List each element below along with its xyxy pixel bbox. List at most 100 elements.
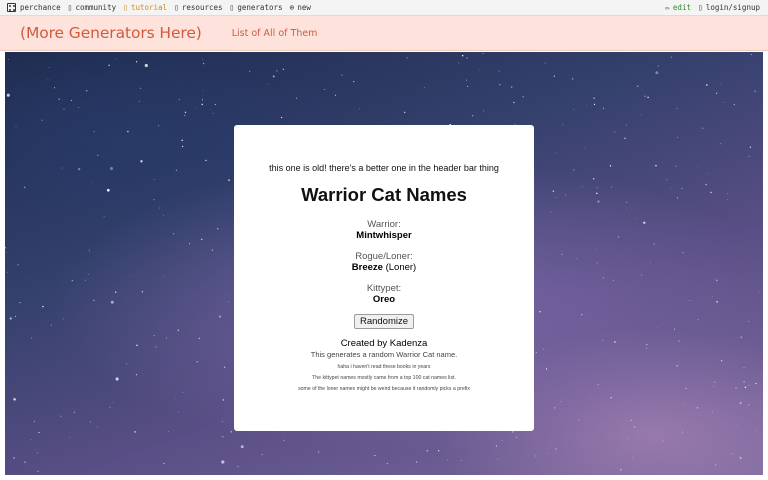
- star: [141, 291, 144, 293]
- generator-description: This generates a random Warrior Cat name…: [310, 350, 458, 359]
- star: [30, 439, 32, 441]
- star: [283, 440, 285, 442]
- star: [272, 75, 275, 78]
- community-label: community: [75, 3, 117, 12]
- generator-title: Warrior Cat Names: [301, 184, 467, 205]
- star: [647, 96, 649, 99]
- star: [710, 191, 712, 194]
- star: [584, 147, 586, 148]
- star: [210, 109, 212, 111]
- star: [749, 146, 751, 148]
- star: [135, 61, 138, 63]
- star: [181, 139, 183, 142]
- star: [86, 90, 88, 92]
- more-generators-link[interactable]: (More Generators Here): [20, 24, 202, 42]
- star: [50, 324, 52, 326]
- resources-label: resources: [181, 3, 223, 12]
- star: [684, 404, 686, 406]
- star: [483, 110, 484, 112]
- rogue-label: Rogue/Loner:: [355, 251, 413, 262]
- star: [643, 221, 646, 225]
- star: [416, 461, 418, 463]
- star: [555, 152, 557, 154]
- randomize-button[interactable]: Randomize: [354, 314, 414, 329]
- old-version-note: this one is old! there's a better one in…: [269, 163, 499, 173]
- star: [596, 187, 598, 189]
- star: [112, 402, 114, 404]
- star: [139, 87, 142, 89]
- star: [543, 348, 544, 350]
- star: [515, 436, 517, 438]
- login-icon: ▯: [697, 2, 703, 12]
- star: [403, 111, 406, 114]
- small-note-3: some of the loner names might be weird b…: [298, 386, 470, 392]
- login-link[interactable]: ▯ login/signup: [698, 3, 760, 12]
- star: [200, 238, 203, 241]
- rogue-name: Breeze (Loner): [234, 262, 534, 273]
- kittypet-name: Oreo: [372, 294, 396, 305]
- star: [184, 111, 187, 114]
- star: [535, 455, 537, 457]
- star: [174, 397, 176, 399]
- star: [237, 466, 239, 468]
- star: [624, 137, 626, 139]
- star: [596, 262, 598, 264]
- star: [612, 279, 614, 281]
- star: [657, 327, 659, 329]
- star: [555, 196, 556, 198]
- new-link[interactable]: ⊕ new: [290, 3, 311, 12]
- star: [610, 397, 612, 399]
- star: [5, 247, 6, 249]
- star: [610, 186, 612, 188]
- star: [715, 92, 718, 94]
- star: [96, 426, 98, 428]
- generators-icon: ▯: [229, 2, 235, 12]
- star: [158, 125, 160, 127]
- star: [597, 384, 599, 386]
- star: [593, 97, 595, 99]
- star: [640, 114, 642, 116]
- star: [478, 69, 480, 71]
- star: [626, 207, 628, 209]
- edit-link[interactable]: ✏ edit: [665, 3, 691, 12]
- community-link[interactable]: ▯ community: [68, 3, 116, 12]
- star: [743, 367, 745, 368]
- star: [711, 295, 713, 297]
- star: [153, 179, 155, 180]
- edit-label: edit: [672, 3, 691, 12]
- tutorial-link[interactable]: ▯ tutorial: [123, 3, 167, 12]
- star: [6, 271, 8, 273]
- star: [69, 436, 71, 438]
- star: [426, 449, 429, 452]
- star: [465, 79, 467, 81]
- star: [498, 70, 500, 72]
- star: [115, 377, 119, 381]
- star: [228, 301, 230, 303]
- star: [499, 84, 501, 86]
- star: [15, 125, 17, 127]
- star: [501, 440, 503, 441]
- star: [674, 328, 676, 330]
- star: [689, 299, 691, 301]
- star: [716, 279, 718, 282]
- new-icon: ⊕: [289, 2, 295, 12]
- star: [655, 71, 659, 75]
- star: [646, 347, 648, 349]
- star: [205, 159, 207, 162]
- resources-link[interactable]: ▯ resources: [174, 3, 222, 12]
- star: [714, 464, 717, 466]
- star: [625, 124, 627, 126]
- new-label: new: [297, 3, 311, 12]
- perchance-home-link[interactable]: perchance: [7, 3, 61, 12]
- dice-icon: [7, 3, 16, 12]
- star: [572, 78, 574, 80]
- star: [685, 387, 687, 390]
- star: [178, 411, 179, 413]
- star: [750, 54, 752, 56]
- star: [9, 317, 12, 320]
- generators-link[interactable]: ▯ generators: [230, 3, 283, 12]
- list-all-link[interactable]: List of All of Them: [232, 28, 318, 39]
- star: [335, 94, 336, 96]
- star: [670, 56, 673, 58]
- star: [359, 108, 360, 110]
